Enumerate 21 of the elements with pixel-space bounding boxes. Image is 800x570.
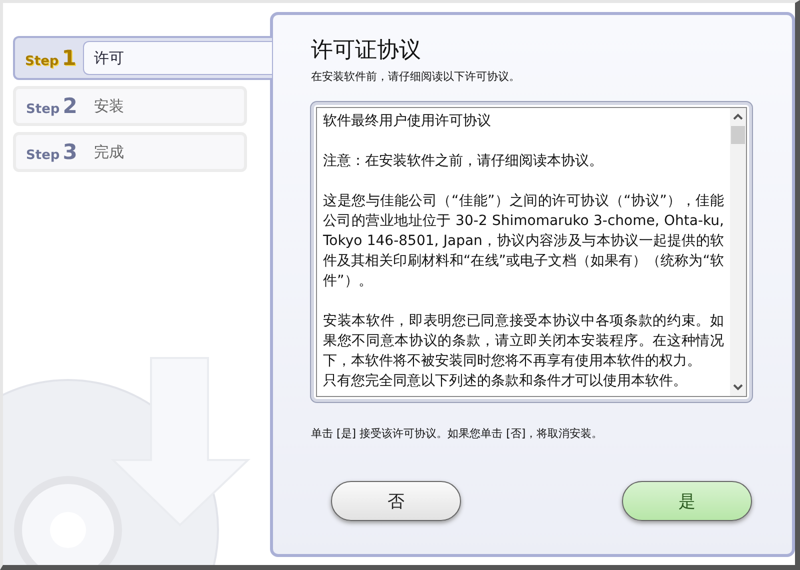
license-paragraph: 这是您与佳能公司（“佳能”）之间的许可协议（“协议”），佳能公司的营业地址位于 30-2 Shimomaruko 3-chome, Ohta-ku, Tokyo 146-8501, Japan，协议内容涉及与本协议一起提供的软件及其相关印刷材料和“在线”或电子文档（如果有）（统称为“软件”）。	[323, 192, 724, 291]
subtitle: 在安装软件前，请仔细阅读以下许可协议。	[311, 69, 521, 84]
step-number: Step 1	[24, 46, 78, 70]
step-label: 完成	[93, 142, 124, 162]
step-label: 许可	[83, 41, 272, 75]
license-paragraph: 只有您完全同意以下列述的条款和条件才可以使用本软件。	[323, 372, 688, 391]
license-text-box[interactable]	[311, 102, 752, 402]
step-number: Step 3	[25, 140, 78, 164]
scroll-up-icon[interactable]	[732, 112, 744, 122]
license-paragraph: 安装本软件，即表明您已同意接受本协议中各项条款的约束。如果您不同意本协议的条款，请立即关闭本安装程序。在这种情况下，本软件将不被安装同时您将不再享有使用本软件的权力。	[323, 312, 724, 371]
page-title: 许可证协议	[311, 37, 422, 65]
scroll-thumb[interactable]	[731, 126, 745, 144]
yes-button[interactable]: 是	[622, 481, 752, 521]
scroll-down-icon[interactable]	[732, 382, 744, 392]
license-paragraph: 注意：在安装软件之前，请仔细阅读本协议。	[323, 152, 604, 171]
instruction-text: 单击 [是] 接受该许可协议。如果您单击 [否]，将取消安装。	[311, 426, 604, 441]
scrollbar[interactable]	[730, 107, 747, 397]
step-label: 安装	[93, 96, 124, 116]
step-number: Step 2	[25, 94, 78, 118]
no-button[interactable]: 否	[331, 481, 461, 521]
license-paragraph: 软件最终用户使用许可协议	[323, 112, 492, 131]
